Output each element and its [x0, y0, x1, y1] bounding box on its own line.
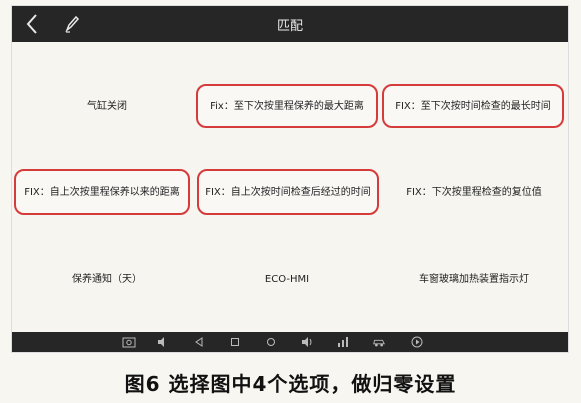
- option-fix-max-time-next-time-inspection[interactable]: FIX：至下次按时间检查的最长时间: [382, 84, 564, 128]
- option-eco-hmi[interactable]: ECO-HMI: [196, 264, 378, 294]
- option-grid: 气缸关闭 Fix：至下次按里程保养的最大距离 FIX：至下次按时间检查的最长时间…: [12, 42, 568, 332]
- option-fix-max-distance-next-mileage-service[interactable]: Fix：至下次按里程保养的最大距离: [196, 84, 378, 128]
- car-icon[interactable]: [372, 335, 386, 349]
- play-icon[interactable]: [410, 335, 424, 349]
- volume-down-icon[interactable]: [155, 335, 169, 349]
- home-circle-icon[interactable]: [264, 335, 278, 349]
- figure-caption: 图6 选择图中4个选项，做归零设置: [124, 372, 457, 396]
- bottom-nav-bar: [12, 332, 568, 352]
- option-fix-reset-value-next-mileage-inspection[interactable]: FIX：下次按里程检查的复位值: [384, 171, 564, 213]
- back-triangle-icon[interactable]: [192, 335, 206, 349]
- option-fix-distance-since-last-mileage-service[interactable]: FIX：自上次按里程保养以来的距离: [14, 169, 190, 215]
- option-cylinder-deactivation[interactable]: 气缸关闭: [32, 84, 182, 128]
- top-bar: 匹配: [12, 6, 568, 42]
- device-screen: 匹配 气缸关闭 Fix：至下次按里程保养的最大距离 FIX：至下次按时间检查的最…: [12, 6, 568, 352]
- volume-up-icon[interactable]: [300, 335, 314, 349]
- option-fix-time-since-last-time-inspection[interactable]: FIX：自上次按时间检查后经过的时间: [197, 169, 379, 215]
- option-rear-window-heater-indicator[interactable]: 车窗玻璃加热装置指示灯: [384, 264, 564, 294]
- square-icon[interactable]: [228, 335, 242, 349]
- camera-icon[interactable]: [122, 335, 136, 349]
- signal-icon[interactable]: [336, 335, 350, 349]
- option-service-notification-days[interactable]: 保养通知（天）: [32, 264, 182, 294]
- page-title: 匹配: [276, 19, 303, 34]
